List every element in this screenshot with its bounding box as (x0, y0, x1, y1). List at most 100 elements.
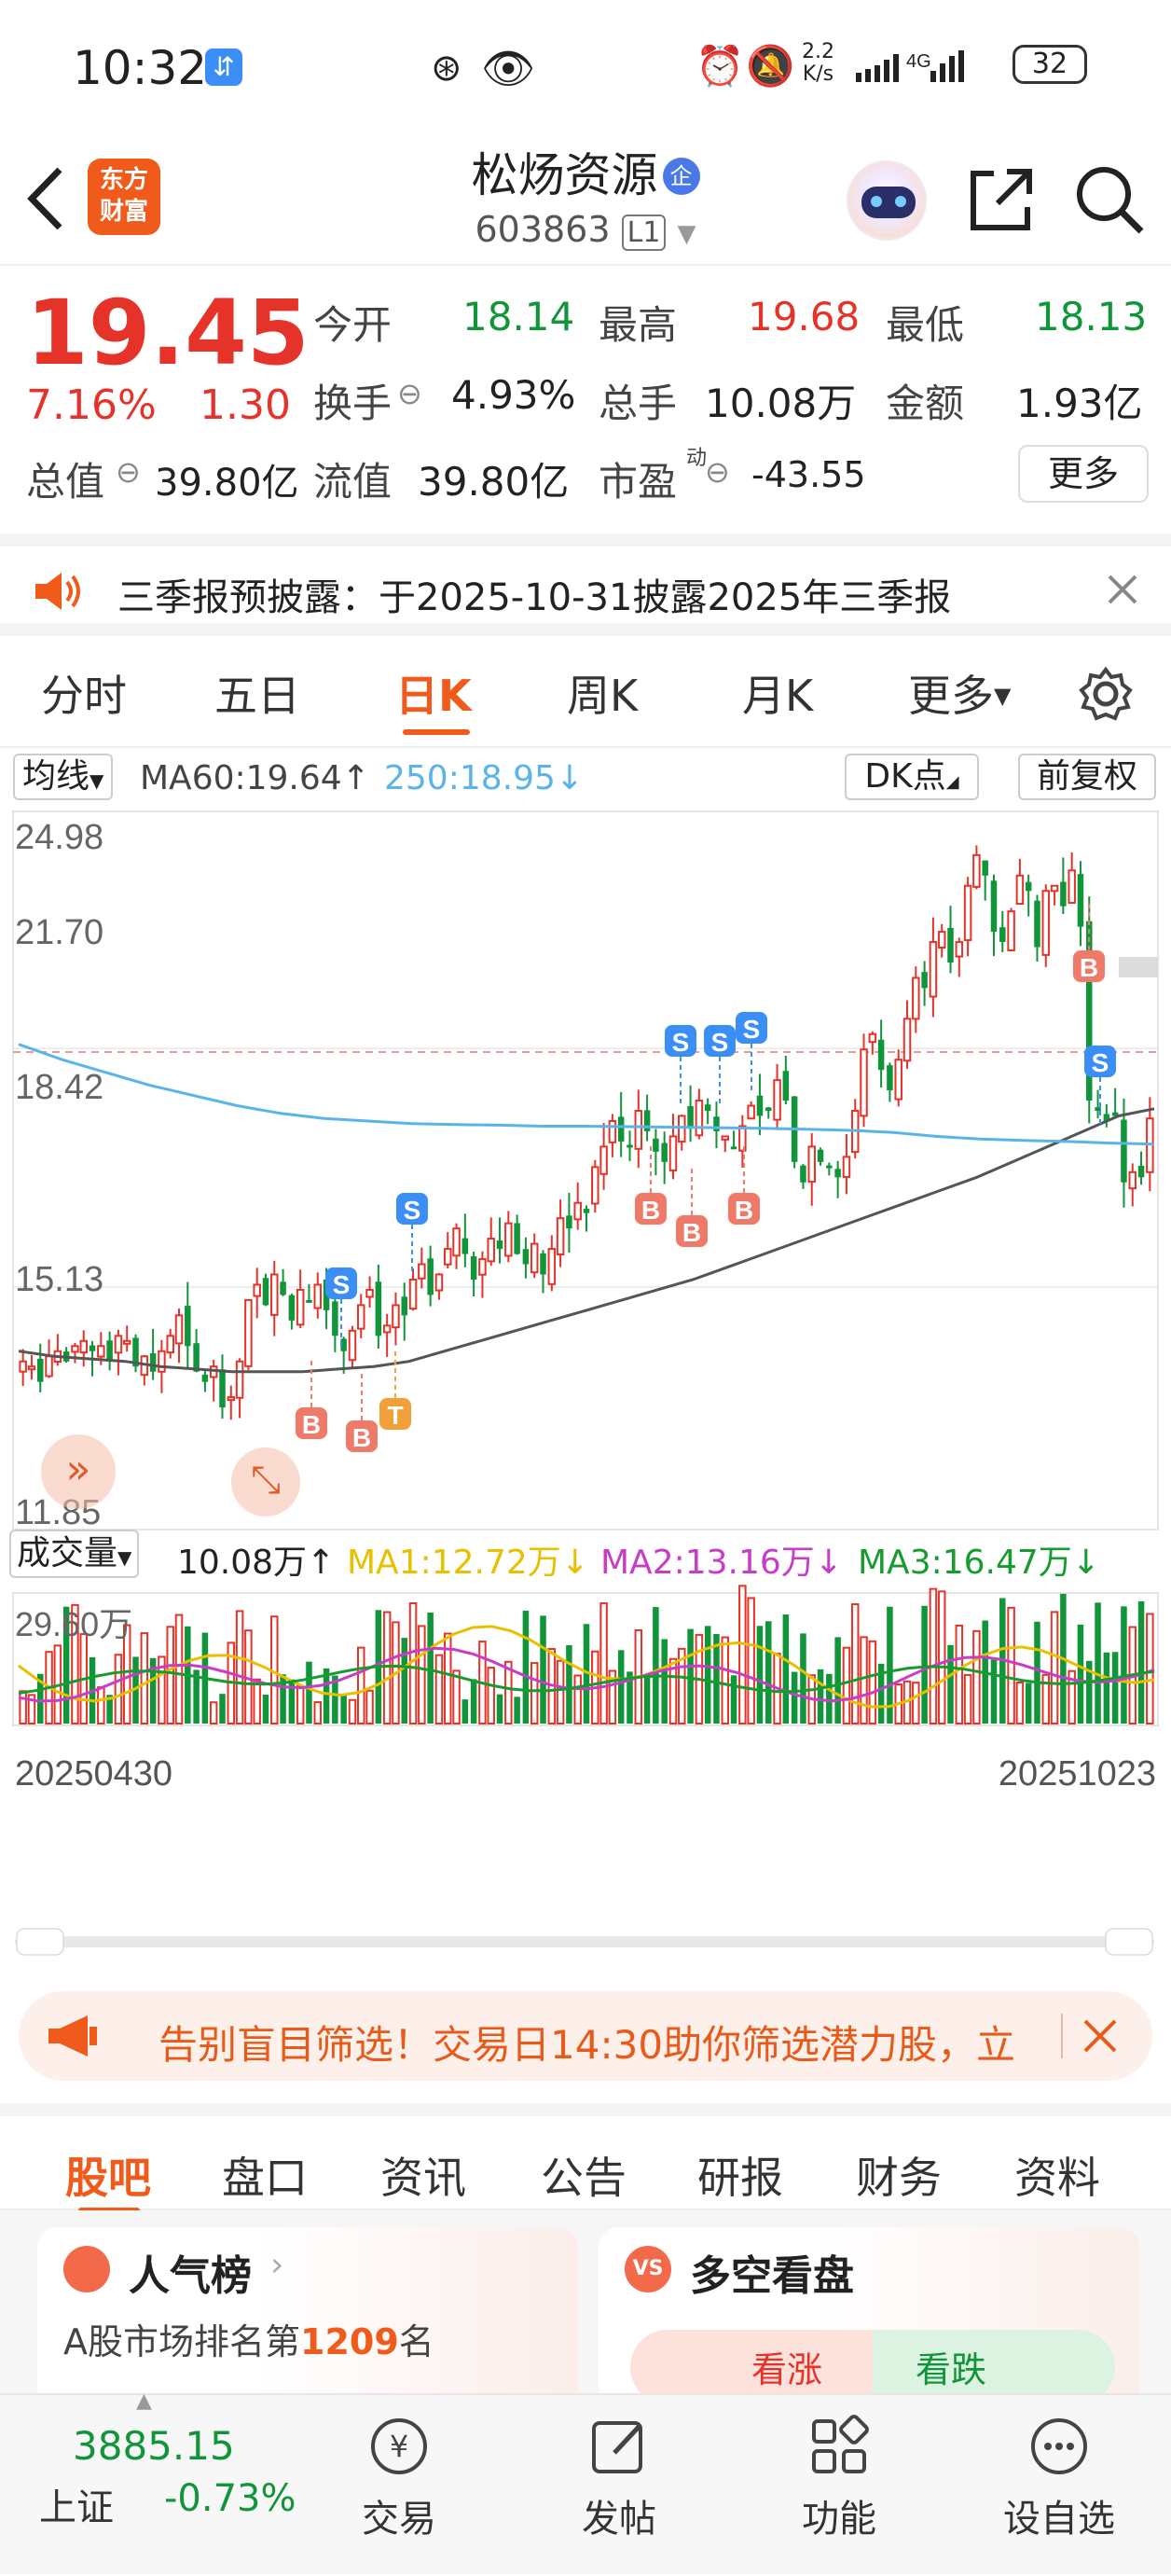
turnover-info-icon[interactable]: ⊖ (397, 376, 422, 411)
chevron-right-icon: › (270, 2246, 284, 2284)
indicator-bar: 均线▼ MA60:19.64↑ 250:18.95↓ DK点◢ 前复权 (0, 748, 1171, 808)
volume-bar (296, 1684, 305, 1724)
range-scrollbar (15, 1936, 1154, 1947)
popularity-card[interactable]: 人气榜 › A股市场排名第1209名 (37, 2227, 578, 2414)
volume-bar (850, 1603, 860, 1724)
volume-bar (357, 1646, 365, 1724)
tab-research[interactable]: 研报 (697, 2144, 783, 2206)
candle (122, 1339, 131, 1345)
ma-select[interactable]: 均线▼ (13, 754, 114, 800)
adjust-button[interactable]: 前复权 (1018, 754, 1156, 800)
volume-bar (306, 1661, 312, 1724)
candle (89, 1345, 96, 1351)
volume-bar (522, 1610, 530, 1724)
mktcap-info-icon[interactable]: ⊖ (116, 454, 141, 490)
mktcap-label: 总值 (26, 459, 105, 505)
volume-bar (434, 1654, 444, 1725)
tab-more[interactable]: 更多▼ (908, 662, 1011, 724)
close-notice-icon[interactable] (1106, 573, 1139, 606)
high-value: 19.68 (748, 294, 861, 339)
candle (756, 1095, 764, 1116)
end-date: 20251023 (999, 1754, 1156, 1794)
bull-bear-card[interactable]: VS 多空看盘 看涨 看跌 (599, 2227, 1139, 2414)
tab-orderbook[interactable]: 盘口 (222, 2144, 308, 2206)
candle (470, 1255, 477, 1280)
candle (357, 1304, 365, 1330)
signal-label: B (641, 1196, 660, 1225)
index-ticker[interactable]: ▲ 3885.15 上证 -0.73% (0, 2389, 336, 2576)
tab-news[interactable]: 资讯 (380, 2144, 466, 2206)
tab-weekly-k[interactable]: 周K (567, 662, 638, 724)
candle (193, 1343, 200, 1372)
volume-bar (174, 1613, 184, 1724)
volume-bar (955, 1624, 964, 1724)
volume-bar (1137, 1600, 1145, 1724)
low-label: 最低 (886, 302, 965, 348)
post-button[interactable]: 发帖 (554, 2414, 684, 2542)
share-icon[interactable] (966, 164, 1037, 235)
volume-bar (540, 1615, 546, 1724)
tab-five-day[interactable]: 五日 (214, 662, 300, 724)
tab-intraday[interactable]: 分时 (41, 662, 127, 724)
volume-bar (687, 1628, 694, 1724)
stock-code: 603863 (475, 209, 611, 250)
more-dots-icon (1031, 2418, 1087, 2474)
candle (721, 1135, 730, 1141)
pe-info-icon[interactable]: ⊖ (705, 454, 730, 490)
tab-monthly-k[interactable]: 月K (742, 662, 813, 724)
candle (842, 1156, 851, 1178)
candle (617, 1116, 625, 1142)
volume-bar (963, 1673, 972, 1724)
tab-daily-k[interactable]: 日K (395, 662, 472, 724)
volume-bar (262, 1695, 269, 1724)
candle (877, 1039, 885, 1071)
candle (1015, 874, 1025, 906)
candle (947, 927, 954, 963)
candle (1068, 869, 1076, 905)
candle (348, 1329, 357, 1362)
level-dropdown-icon: ▼ (677, 220, 696, 248)
candle (36, 1358, 44, 1382)
volume-select[interactable]: 成交量▼ (9, 1530, 140, 1578)
trade-button[interactable]: ¥ 交易 (334, 2414, 464, 2542)
content-tabs: 股吧 盘口 资讯 公告 研报 财务 资料 (0, 2103, 1171, 2213)
candle (365, 1288, 374, 1298)
vol-ma1: MA1:12.72万↓ (347, 1544, 589, 1582)
open-label: 今开 (313, 302, 393, 348)
turnover-label: 换手 (313, 381, 393, 426)
tab-profile[interactable]: 资料 (1014, 2144, 1100, 2206)
more-button[interactable]: 更多 (1018, 445, 1149, 503)
candle (834, 1169, 841, 1178)
candle (201, 1374, 209, 1382)
candle (972, 853, 981, 888)
candle (807, 1145, 816, 1184)
candle (443, 1248, 452, 1266)
candle (826, 1165, 833, 1169)
volume-bar (365, 1689, 374, 1725)
expand-chart-button[interactable]: » (41, 1434, 116, 1509)
kline-chart[interactable]: SSBBTSSSBBBSB 24.98 21.70 18.42 15.13 11… (0, 808, 1171, 1983)
tab-financials[interactable]: 财务 (856, 2144, 942, 2206)
tab-announcements[interactable]: 公告 (541, 2144, 627, 2206)
watchlist-button[interactable]: 设自选 (994, 2414, 1124, 2542)
kline-svg[interactable]: SSB BTS S SBBBSB 24.98 21.70 18.42 15.13 11… (0, 808, 1171, 1983)
ai-assistant-icon[interactable] (847, 160, 927, 241)
candle (313, 1283, 323, 1309)
candle (1095, 1107, 1101, 1112)
settings-icon[interactable] (1078, 666, 1134, 722)
volume-bar (1015, 1682, 1025, 1725)
volume-bar (782, 1614, 790, 1724)
more-dropdown-icon: ▼ (994, 683, 1012, 709)
fullscreen-icon[interactable]: ⤡ (231, 1447, 300, 1517)
promo-banner[interactable]: 告别盲目筛选！交易日14:30助你筛选潜力股，立 (19, 1991, 1152, 2081)
search-icon[interactable] (1072, 162, 1147, 237)
functions-button[interactable]: 功能 (774, 2414, 904, 2542)
price-axis-label: 15.13 (15, 1260, 103, 1299)
volume-bar (653, 1607, 659, 1724)
candle (817, 1149, 824, 1162)
dk-point-button[interactable]: DK点◢ (845, 754, 979, 800)
close-promo-icon[interactable] (1081, 2017, 1119, 2055)
candle (27, 1365, 36, 1371)
earnings-notice[interactable]: 三季报预披露：于2025-10-31披露2025年三季报 (0, 533, 1171, 636)
tab-forum[interactable]: 股吧 (65, 2144, 151, 2206)
